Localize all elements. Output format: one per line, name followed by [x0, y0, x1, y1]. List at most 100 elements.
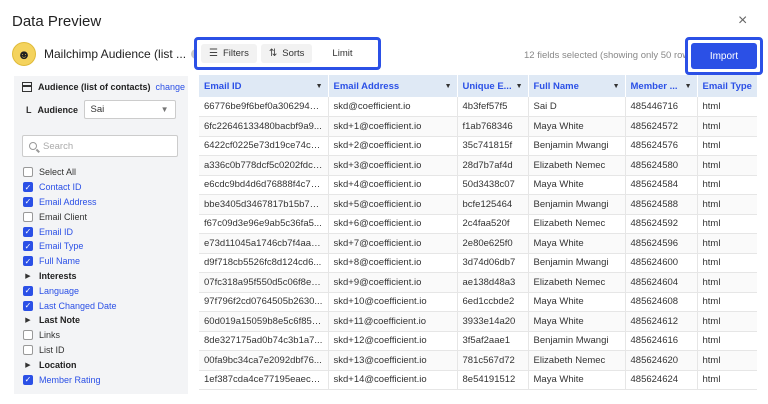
field-item[interactable]: ✓ Contact ID — [23, 180, 183, 195]
table-cell: html — [697, 272, 757, 293]
column-header-label: Unique E... — [462, 80, 512, 92]
table-cell: 28d7b7af4d — [457, 155, 529, 176]
table-cell: skd+12@coefficient.io — [328, 331, 458, 351]
table-body: 66776be9f6bef0a3062949... skd@coefficient… — [199, 97, 757, 390]
sort-caret-icon[interactable]: ▼ — [685, 83, 692, 90]
field-item[interactable]: Email Client — [23, 209, 183, 224]
table-cell: 485624592 — [625, 214, 698, 234]
table-cell: bbe3405d3467817b15b78... — [199, 194, 329, 215]
checkbox-checked-icon[interactable]: ✓ — [23, 285, 33, 296]
field-item[interactable]: ▶ Location — [23, 357, 183, 372]
table-cell: skd+4@coefficient.io — [328, 175, 458, 195]
column-header[interactable]: Unique E... ▼ — [457, 75, 529, 97]
field-item[interactable]: List ID — [23, 343, 183, 358]
table-cell: 35c741815f — [457, 136, 529, 156]
sort-caret-icon[interactable]: ▼ — [316, 83, 323, 90]
checkbox-checked-icon[interactable]: ✓ — [23, 374, 33, 385]
table-cell: 3933e14a20 — [457, 311, 529, 332]
field-label: Location — [39, 359, 77, 370]
expand-caret-icon[interactable]: ▶ — [23, 272, 33, 280]
table-row: 07fc318a95f550d5c06f8e4... skd+9@coeffici… — [199, 272, 757, 293]
table-cell: Elizabeth Nemec — [528, 272, 626, 293]
table-cell: skd+9@coefficient.io — [328, 272, 458, 293]
column-header-label: Member ... — [630, 80, 678, 92]
table-row: d9f718cb5526fc8d124cd6... skd+8@coefficie… — [199, 253, 757, 273]
table-cell: e6cdc9bd4d6d76888f4c79... — [199, 175, 329, 195]
import-button[interactable]: Import — [691, 43, 757, 69]
field-item[interactable]: ✓ Email Type — [23, 239, 183, 254]
field-label: Language — [39, 285, 80, 296]
column-header[interactable]: Email Address ▼ — [328, 75, 458, 97]
table-cell: d9f718cb5526fc8d124cd6... — [199, 253, 329, 273]
checkbox-checked-icon[interactable]: ✓ — [23, 226, 33, 237]
table-cell: 485624624 — [625, 370, 698, 390]
field-label: List ID — [39, 344, 65, 355]
column-header-label: Email Address — [333, 80, 400, 92]
field-item[interactable]: ✓ Full Name — [23, 254, 183, 269]
column-header-label: Email ID — [204, 80, 242, 92]
checkbox-empty-icon[interactable] — [23, 344, 33, 355]
checkbox-checked-icon[interactable]: ✓ — [23, 241, 33, 252]
checkbox-checked-icon[interactable]: ✓ — [23, 300, 33, 311]
checkbox-empty-icon[interactable] — [23, 211, 33, 222]
table-cell: 2c4faa520f — [457, 214, 529, 234]
table-row: 66776be9f6bef0a3062949... skd@coefficient… — [199, 97, 757, 117]
field-item[interactable]: ✓ Last Changed Date — [23, 298, 183, 313]
checkbox-checked-icon[interactable]: ✓ — [23, 182, 33, 193]
field-item[interactable]: Links — [23, 328, 183, 343]
filter-icon: ☰ — [209, 48, 218, 59]
table-cell: skd+11@coefficient.io — [328, 311, 458, 332]
table-cell: 485624616 — [625, 331, 698, 351]
table-cell: a336c0b778dcf5c0202fdc3... — [199, 155, 329, 176]
table-cell: 485446716 — [625, 97, 698, 117]
column-header[interactable]: Full Name ▼ — [528, 75, 626, 97]
hierarchy-icon: L — [26, 104, 32, 115]
checkbox-empty-icon[interactable] — [23, 167, 33, 178]
column-header[interactable]: Email Type — [697, 75, 757, 97]
field-item[interactable]: ✓ Language — [23, 283, 183, 298]
sorts-label: Sorts — [282, 48, 305, 59]
limit-button[interactable]: Limit — [324, 44, 360, 63]
sort-caret-icon[interactable]: ▼ — [613, 83, 620, 90]
change-link[interactable]: change — [156, 82, 186, 92]
limit-label: Limit — [332, 48, 353, 59]
search-input[interactable] — [43, 140, 163, 152]
field-list: Select All ✓ Contact ID ✓ Email Address Email… — [23, 165, 183, 387]
table-cell: Maya White — [528, 311, 626, 332]
table-row: 00fa9bc34ca7e2092dbf76... skd+13@coeffici… — [199, 350, 757, 371]
field-item[interactable]: ✓ Email ID — [23, 224, 183, 239]
checkbox-empty-icon[interactable] — [23, 330, 33, 341]
dialog-title: Data Preview — [12, 13, 102, 30]
field-sidebar: Audience (list of contacts) change L Aud… — [14, 76, 188, 394]
field-item[interactable]: ▶ Last Note — [23, 313, 183, 328]
field-item[interactable]: ✓ Email Address — [23, 195, 183, 210]
field-label: Contact ID — [39, 182, 82, 193]
column-header[interactable]: Member ... ▼ — [625, 75, 698, 97]
checkbox-checked-icon[interactable]: ✓ — [23, 196, 33, 207]
sort-caret-icon[interactable]: ▼ — [516, 83, 523, 90]
table-cell: 8e54191512 — [457, 370, 529, 390]
import-highlight: Import — [685, 37, 763, 75]
table-cell: 6fc22646133480bacbf9a9... — [199, 116, 329, 137]
sorts-button[interactable]: ⇅ Sorts — [260, 44, 313, 63]
field-label: Select All — [39, 167, 77, 178]
expand-caret-icon[interactable]: ▶ — [23, 361, 33, 369]
field-item[interactable]: Select All — [23, 165, 183, 180]
preview-table: Email ID ▼ Email Address ▼ Unique E... ▼ Full … — [199, 75, 757, 390]
checkbox-checked-icon[interactable]: ✓ — [23, 256, 33, 267]
field-label: Links — [39, 330, 61, 341]
field-label: Full Name — [39, 256, 81, 267]
sort-caret-icon[interactable]: ▼ — [445, 83, 452, 90]
table-cell: Maya White — [528, 116, 626, 137]
field-item[interactable]: ✓ Member Rating — [23, 372, 183, 387]
audience-label: Audience — [37, 104, 79, 115]
table-cell: Sai D — [528, 97, 626, 117]
close-icon[interactable]: × — [738, 12, 747, 30]
expand-caret-icon[interactable]: ▶ — [23, 316, 33, 324]
table-cell: 66776be9f6bef0a3062949... — [199, 97, 329, 117]
field-item[interactable]: ▶ Interests — [23, 269, 183, 284]
audience-select[interactable]: Sai ▼ — [83, 100, 176, 119]
table-row: 97f796f2cd0764505b2630... skd+10@coeffici… — [199, 292, 757, 312]
column-header[interactable]: Email ID ▼ — [199, 75, 329, 97]
filters-button[interactable]: ☰ Filters — [201, 44, 257, 63]
